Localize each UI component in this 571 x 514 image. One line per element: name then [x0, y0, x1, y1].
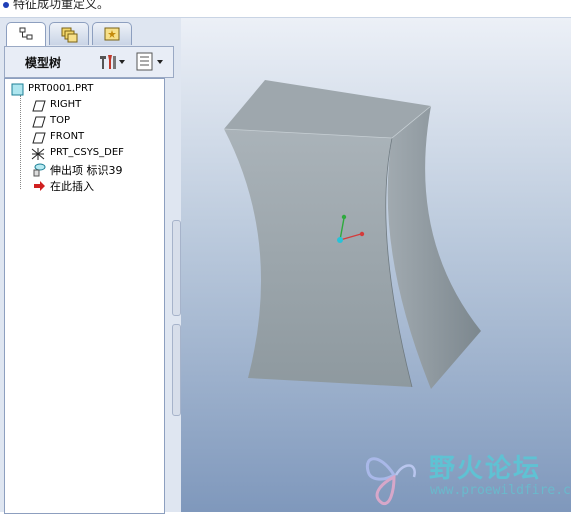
show-list-icon [136, 52, 163, 71]
extrude-feature-icon [33, 163, 46, 177]
tree-item-label: TOP [50, 115, 71, 126]
tree-settings-button[interactable] [97, 52, 127, 72]
sash-handle-lower[interactable] [172, 324, 181, 416]
model-tree-icon [19, 27, 33, 40]
message-bar: 特征成功重定义。 [0, 0, 571, 18]
tree-item-label: FRONT [50, 131, 85, 142]
tree-item-label: 伸出项 标识39 [50, 164, 123, 177]
navigator-panel: 模型树 PRT0001.PRT RIGHT TOP FRONT PRT_CSYS… [0, 18, 181, 514]
butterfly-logo-icon [365, 457, 416, 506]
model-tree-toolbar: 模型树 [4, 46, 174, 78]
tree-show-button[interactable] [135, 52, 169, 72]
message-text: 特征成功重定义。 [13, 0, 110, 11]
model-tree-view: PRT0001.PRT RIGHT TOP FRONT PRT_CSYS_DEF… [4, 78, 165, 514]
tree-item-label: PRT0001.PRT [28, 83, 94, 94]
csys-icon [31, 148, 45, 160]
info-bullet-icon [3, 2, 9, 8]
model-tree-title: 模型树 [25, 56, 62, 70]
insert-here-arrow-icon [34, 181, 45, 191]
tree-item-label: PRT_CSYS_DEF [50, 147, 124, 158]
tab-model-tree[interactable] [6, 22, 46, 46]
datum-plane-icon [32, 116, 46, 128]
tree-connector-line [20, 95, 21, 189]
tree-item-label: 在此插入 [50, 180, 94, 193]
tab-favorites[interactable] [92, 22, 132, 45]
forum-watermark: 野火论坛 www.proewildfire.cn [360, 443, 571, 510]
favorites-icon [104, 27, 120, 41]
graphics-viewport[interactable]: 野火论坛 www.proewildfire.cn [181, 18, 571, 512]
navigator-tabs [4, 22, 174, 46]
datum-plane-icon [32, 132, 46, 144]
sash-handle-upper[interactable] [172, 220, 181, 316]
model-top-face [224, 80, 431, 138]
model-3d-view [223, 80, 481, 389]
watermark-url: www.proewildfire.cn [430, 483, 571, 498]
part-icon [11, 83, 24, 96]
watermark-title: 野火论坛 [429, 454, 542, 484]
folder-browser-icon [61, 27, 78, 43]
model-front-face [224, 129, 412, 387]
panel-splitter[interactable] [172, 220, 181, 512]
tree-item-label: RIGHT [50, 99, 82, 110]
datum-plane-icon [32, 100, 46, 112]
tab-folder-browser[interactable] [49, 22, 89, 45]
settings-tools-icon [100, 55, 125, 69]
